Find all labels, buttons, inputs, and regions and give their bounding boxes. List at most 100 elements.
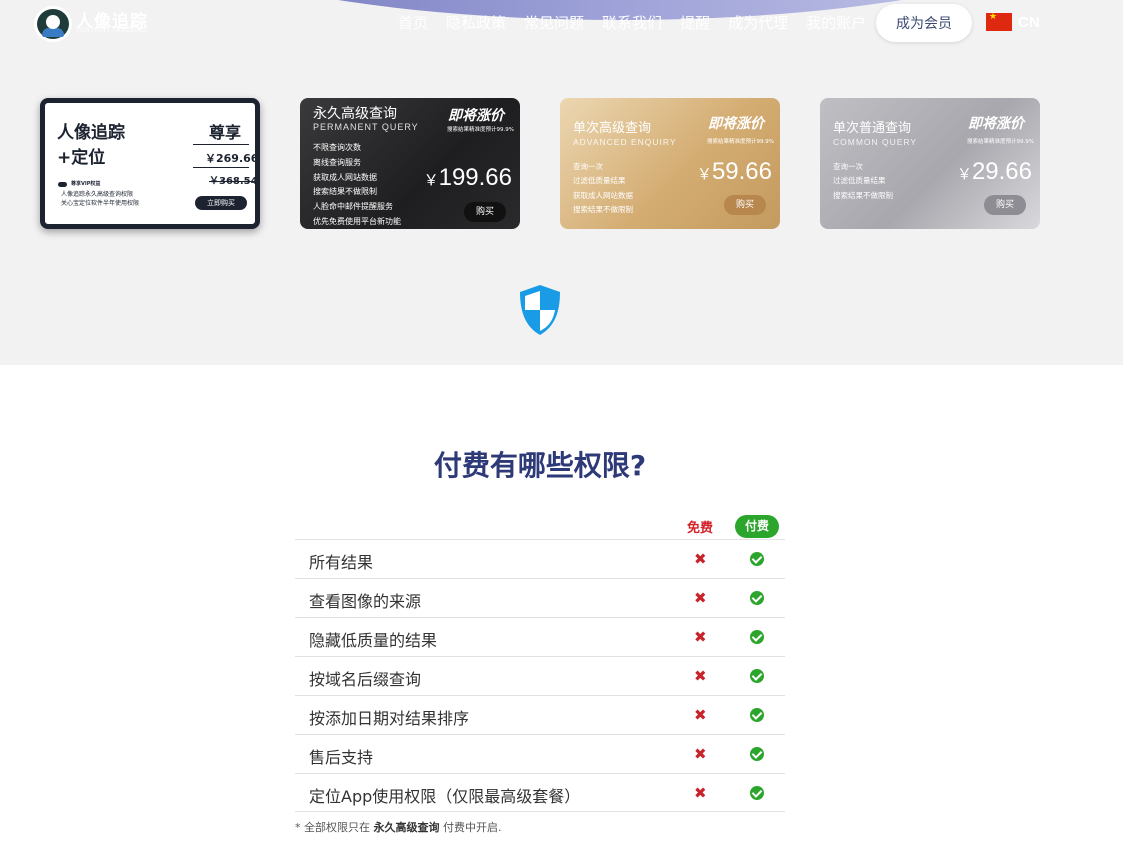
vip-toggle-label: 尊享VIP权益 [71,181,101,187]
check-circle-icon [750,708,764,722]
currency-symbol: ￥ [423,172,439,189]
permission-label: 按添加日期对结果排序 [309,709,470,728]
accuracy-note: 搜索结果精准度预计99.9% [967,139,1034,145]
price-value: 199.66 [438,164,512,191]
permissions-heading: 付费有哪些权限? [433,449,647,482]
table-row: 售后支持 ✖ [295,734,785,773]
vip-price: ￥269.66 [205,152,259,165]
table-row: 按域名后缀查询 ✖ [295,656,785,695]
plan-card-permanent[interactable]: 永久高级查询 PERMANENT QUERY 即将涨价 搜索结果精准度预计99.… [300,98,520,229]
vip-title: 人像追踪 +定位 [57,123,125,168]
plan-card-advanced[interactable]: 单次高级查询 ADVANCED ENQUIRY 即将涨价 搜索结果精准度预计99… [560,98,780,229]
table-row: 隐藏低质量的结果 ✖ [295,617,785,656]
feature-item: 搜索结果不做限制 [573,204,633,214]
check-circle-icon [750,747,764,761]
feature-item: 查询一次 [573,162,603,171]
feature-item: 搜索结果不做限制 [833,190,893,200]
divider [193,144,249,145]
plan-subtitle: ADVANCED ENQUIRY [573,137,677,147]
nav-home[interactable]: 首页 [398,12,428,33]
price-value: 59.66 [711,158,772,185]
vip-buy-button[interactable]: 立即购买 [195,196,247,210]
feature-item: 过滤低质量结果 [833,176,886,186]
nav-privacy[interactable]: 隐私政策 [446,12,506,33]
divider [193,167,249,168]
nav-reminder[interactable]: 提醒 [680,12,710,33]
permissions-table: 免费 付费 所有结果 ✖ 查看图像的来源 ✖ 隐藏低质量的结果 ✖ 按域名后缀查… [295,512,785,812]
feature-item: 人脸命中邮件提醒服务 [313,202,393,212]
permission-label: 所有结果 [309,553,374,572]
plan-title: 单次高级查询 [573,121,652,136]
nav-contact[interactable]: 联系我们 [602,12,662,33]
plan-price: ￥59.66 [697,158,772,186]
plan-subtitle: COMMON QUERY [833,137,918,147]
buy-button[interactable]: 购买 [724,195,766,215]
footnote-plan-name: 永久高级查询 [373,821,440,834]
feature-list: 查询一次 过滤低质量结果 搜索结果不做限制 [833,160,893,203]
footnote-suffix: 付费中开启. [439,821,502,834]
permission-label: 查看图像的来源 [309,592,422,611]
site-logo[interactable]: 人像追踪 PORTRAIT TRACKING [34,6,148,42]
permission-label: 按域名后缀查询 [309,670,422,689]
table-row: 查看图像的来源 ✖ [295,578,785,617]
become-member-button[interactable]: 成为会员 [876,4,972,42]
price-rise-badge: 即将涨价 [708,116,764,132]
vip-label: 尊享 [209,123,242,142]
cross-icon: ✖ [694,628,707,646]
plan-price: ￥29.66 [957,158,1032,186]
main-nav: 首页 隐私政策 常见问题 联系我们 提醒 成为代理 我的账户 [398,12,884,33]
nav-agent[interactable]: 成为代理 [728,12,788,33]
currency-symbol: ￥ [956,166,972,183]
footnote-prefix: * 全部权限只在 [295,821,374,834]
plan-price: ￥199.66 [424,164,512,192]
cross-icon: ✖ [694,550,707,568]
permissions-footnote: * 全部权限只在 永久高级查询 付费中开启. [295,819,502,835]
language-selector[interactable]: CN [986,13,1040,31]
plan-subtitle: PERMANENT QUERY [313,122,419,132]
nav-account[interactable]: 我的账户 [806,12,866,33]
table-row: 所有结果 ✖ [295,539,785,578]
cross-icon: ✖ [694,784,707,802]
table-row: 按添加日期对结果排序 ✖ [295,695,785,734]
table-row: 定位App使用权限（仅限最高级套餐） ✖ [295,773,785,812]
price-rise-badge: 即将涨价 [448,108,504,124]
free-column-header: 免费 [687,521,714,536]
feature-item: 搜索结果不做限制 [313,187,377,197]
top-section: 人像追踪 PORTRAIT TRACKING 首页 隐私政策 常见问题 联系我们… [0,0,1123,365]
nav-faq[interactable]: 常见问题 [524,12,584,33]
buy-button[interactable]: 购买 [464,202,506,222]
logo-subtitle: PORTRAIT TRACKING [76,28,148,34]
currency-symbol: ￥ [696,166,712,183]
price-rise-badge: 即将涨价 [968,116,1024,132]
feature-item: 不限查询次数 [313,143,361,152]
toggle-icon [58,182,67,187]
cross-icon: ✖ [694,706,707,724]
feature-item: 获取成人网站数据 [573,190,633,200]
accuracy-note: 搜索结果精准度预计99.9% [707,139,774,145]
shield-icon [520,285,560,335]
accuracy-note: 搜索结果精准度预计99.9% [447,127,514,133]
plan-title: 永久高级查询 [313,106,397,122]
feature-item: 获取成人网站数据 [313,172,377,182]
cross-icon: ✖ [694,745,707,763]
plan-title: 单次普通查询 [833,121,912,136]
feature-item: 查询一次 [833,162,863,171]
permission-label: 售后支持 [309,748,374,767]
permission-label: 定位App使用权限（仅限最高级套餐） [309,787,581,806]
buy-button[interactable]: 购买 [984,195,1026,215]
vip-old-price: ￥368.54 [209,176,258,187]
price-value: 29.66 [971,158,1032,185]
cross-icon: ✖ [694,589,707,607]
check-circle-icon [750,552,764,566]
logo-icon [34,6,72,42]
language-label: CN [1018,13,1040,31]
check-circle-icon [750,630,764,644]
feature-item: 优先免费使用平台新功能 [313,216,401,226]
vip-description: 人像追踪永久高级查询权限 关心宝定位软件半年使用权限 [61,191,140,207]
china-flag-icon [986,13,1012,31]
plan-card-common[interactable]: 单次普通查询 COMMON QUERY 即将涨价 搜索结果精准度预计99.9% … [820,98,1040,229]
paid-column-header: 付费 [735,515,779,538]
plan-card-vip[interactable]: 人像追踪 +定位 尊享 ￥269.66 ￥368.54 尊享VIP权益 人像追踪… [40,98,260,229]
permission-label: 隐藏低质量的结果 [309,631,438,650]
table-header: 免费 付费 [295,512,785,539]
